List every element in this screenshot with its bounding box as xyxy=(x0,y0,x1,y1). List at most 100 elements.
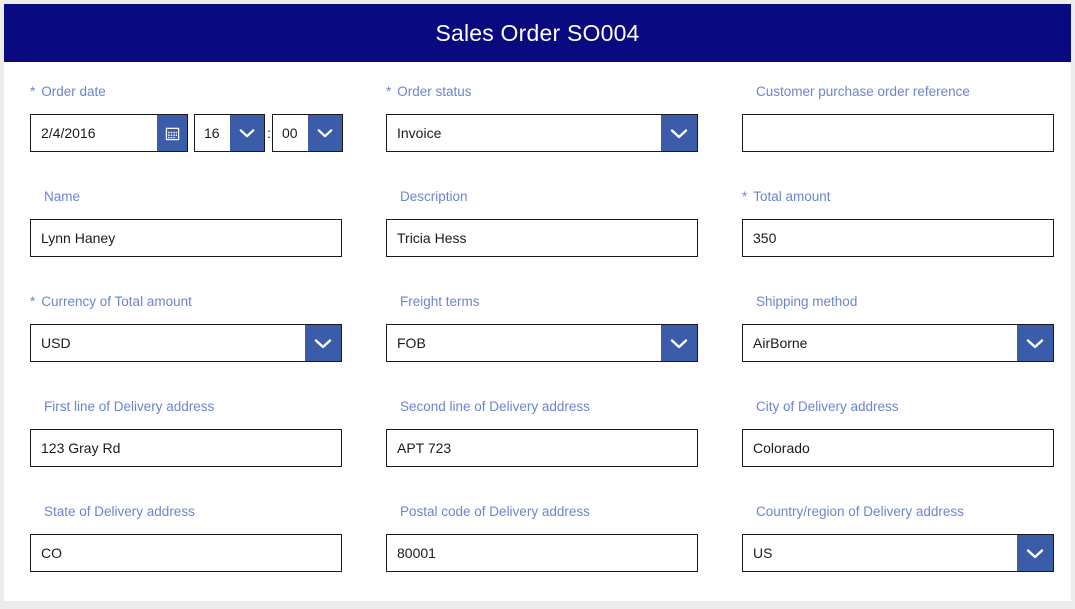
field-label-total-amount: * Total amount xyxy=(742,188,831,206)
field-city: City of Delivery address Colorado xyxy=(742,377,1054,482)
label-text: Currency of Total amount xyxy=(41,294,192,309)
city-input[interactable]: Colorado xyxy=(742,429,1054,467)
required-marker: * xyxy=(742,189,748,204)
state-input[interactable]: CO xyxy=(30,534,342,572)
field-label-state: State of Delivery address xyxy=(44,504,195,519)
currency-dropdown[interactable]: USD xyxy=(30,324,342,362)
required-marker: * xyxy=(386,84,392,99)
chevron-down-icon[interactable] xyxy=(661,115,697,151)
field-label-customer-po-reference: Customer purchase order reference xyxy=(756,84,970,99)
chevron-down-icon[interactable] xyxy=(661,325,697,361)
field-currency: * Currency of Total amount USD xyxy=(30,272,342,377)
chevron-down-icon[interactable] xyxy=(1017,325,1053,361)
form-row: * Currency of Total amount USD Freight te… xyxy=(4,272,1071,377)
field-label-name: Name xyxy=(44,189,81,204)
field-address-line-2: Second line of Delivery address APT 723 xyxy=(386,377,698,482)
currency-value: USD xyxy=(41,335,71,351)
label-text: Total amount xyxy=(753,189,831,204)
order-date-value: 2/4/2016 xyxy=(41,125,96,141)
page-title-bar: Sales Order SO004 xyxy=(4,4,1071,62)
field-label-order-status: * Order status xyxy=(386,83,472,101)
description-input[interactable]: Tricia Hess xyxy=(386,219,698,257)
country-region-value: US xyxy=(753,545,773,561)
form-row: State of Delivery address CO Postal code… xyxy=(4,482,1071,587)
total-amount-value: 350 xyxy=(753,230,777,246)
order-date-group: 2/4/2016 16: 00 xyxy=(30,114,343,152)
chevron-down-icon[interactable] xyxy=(1017,535,1053,571)
field-postal-code: Postal code of Delivery address 80001 xyxy=(386,482,698,587)
address-line-2-input[interactable]: APT 723 xyxy=(386,429,698,467)
calendar-icon[interactable] xyxy=(157,115,187,151)
field-label-order-date: * Order date xyxy=(30,83,106,101)
address-line-1-control: 123 Gray Rd xyxy=(30,429,342,467)
field-label-currency: * Currency of Total amount xyxy=(30,293,192,311)
field-label-address-line-1: First line of Delivery address xyxy=(44,399,215,414)
address-line-2-value: APT 723 xyxy=(397,440,452,456)
shipping-method-dropdown[interactable]: AirBorne xyxy=(742,324,1054,362)
address-line-2-control: APT 723 xyxy=(386,429,698,467)
label-text: Order date xyxy=(41,84,106,99)
currency-control: USD xyxy=(30,324,342,362)
field-label-country-region: Country/region of Delivery address xyxy=(756,504,964,519)
field-label-description: Description xyxy=(400,189,468,204)
field-country-region: Country/region of Delivery address US xyxy=(742,482,1054,587)
order-status-dropdown[interactable]: Invoice xyxy=(386,114,698,152)
state-value: CO xyxy=(41,545,62,561)
order-hour-value: 16 xyxy=(204,125,220,141)
postal-code-input[interactable]: 80001 xyxy=(386,534,698,572)
postal-code-value: 80001 xyxy=(397,545,436,561)
name-input[interactable]: Lynn Haney xyxy=(30,219,342,257)
total-amount-input[interactable]: 350 xyxy=(742,219,1054,257)
customer-po-reference-control xyxy=(742,114,1054,152)
chevron-down-icon[interactable] xyxy=(305,325,341,361)
order-minute-value: 00 xyxy=(282,125,298,141)
country-region-control: US xyxy=(742,534,1054,572)
field-label-freight-terms: Freight terms xyxy=(400,294,480,309)
freight-terms-dropdown[interactable]: FOB xyxy=(386,324,698,362)
city-value: Colorado xyxy=(753,440,810,456)
postal-code-control: 80001 xyxy=(386,534,698,572)
shipping-method-control: AirBorne xyxy=(742,324,1054,362)
required-marker: * xyxy=(30,84,36,99)
form-row: Name Lynn Haney Description Tricia Hess xyxy=(4,167,1071,272)
page-title: Sales Order SO004 xyxy=(435,19,640,46)
sales-order-card: Sales Order SO004 * Order date 2/4/2016 xyxy=(4,4,1071,601)
field-address-line-1: First line of Delivery address 123 Gray … xyxy=(30,377,342,482)
sales-order-form: * Order date 2/4/2016 16: 00 * Order st… xyxy=(4,62,1071,601)
field-label-address-line-2: Second line of Delivery address xyxy=(400,399,590,414)
description-control: Tricia Hess xyxy=(386,219,698,257)
field-name: Name Lynn Haney xyxy=(30,167,342,272)
state-control: CO xyxy=(30,534,342,572)
field-customer-po-reference: Customer purchase order reference xyxy=(742,62,1054,167)
customer-po-reference-input[interactable] xyxy=(742,114,1054,152)
required-marker: * xyxy=(30,294,36,309)
order-date-input[interactable]: 2/4/2016 xyxy=(30,114,188,152)
field-description: Description Tricia Hess xyxy=(386,167,698,272)
freight-terms-value: FOB xyxy=(397,335,426,351)
field-label-postal-code: Postal code of Delivery address xyxy=(400,504,590,519)
order-minute-dropdown[interactable]: 00 xyxy=(272,114,343,152)
shipping-method-value: AirBorne xyxy=(753,335,808,351)
total-amount-control: 350 xyxy=(742,219,1054,257)
form-row: * Order date 2/4/2016 16: 00 * Order st… xyxy=(4,62,1071,167)
chevron-down-icon[interactable] xyxy=(308,115,342,151)
address-line-1-input[interactable]: 123 Gray Rd xyxy=(30,429,342,467)
freight-terms-control: FOB xyxy=(386,324,698,362)
name-value: Lynn Haney xyxy=(41,230,116,246)
order-hour-dropdown[interactable]: 16 xyxy=(194,114,265,152)
label-text: Order status xyxy=(397,84,472,99)
field-total-amount: * Total amount 350 xyxy=(742,167,1054,272)
city-control: Colorado xyxy=(742,429,1054,467)
description-value: Tricia Hess xyxy=(397,230,467,246)
address-line-1-value: 123 Gray Rd xyxy=(41,440,121,456)
country-region-dropdown[interactable]: US xyxy=(742,534,1054,572)
field-freight-terms: Freight terms FOB xyxy=(386,272,698,377)
form-row: First line of Delivery address 123 Gray … xyxy=(4,377,1071,482)
field-label-shipping-method: Shipping method xyxy=(756,294,858,309)
field-label-city: City of Delivery address xyxy=(756,399,899,414)
chevron-down-icon[interactable] xyxy=(230,115,264,151)
field-state: State of Delivery address CO xyxy=(30,482,342,587)
field-shipping-method: Shipping method AirBorne xyxy=(742,272,1054,377)
field-order-status: * Order status Invoice xyxy=(386,62,698,167)
order-status-value: Invoice xyxy=(397,125,442,141)
